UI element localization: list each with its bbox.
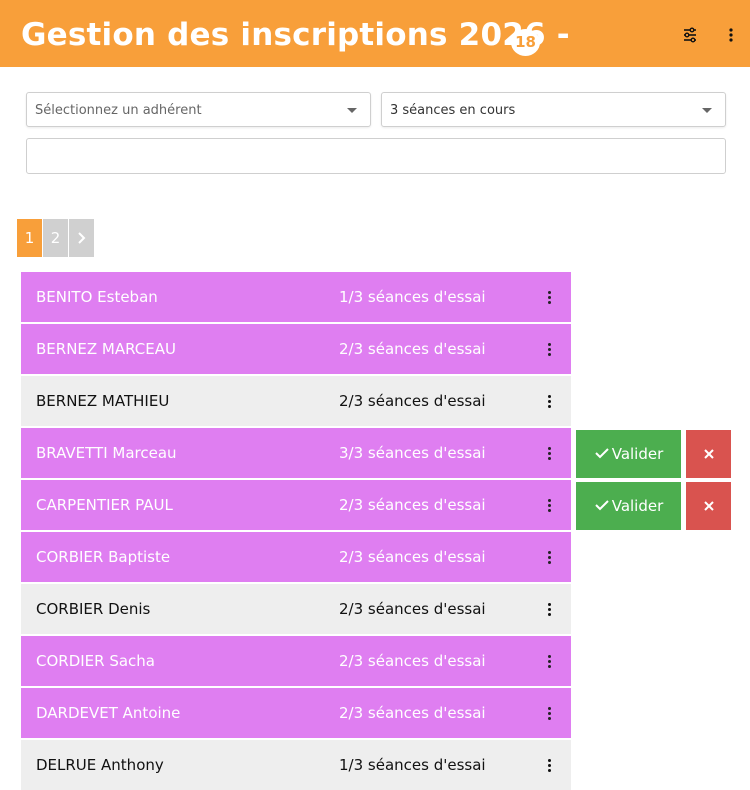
page-title: Gestion des inscriptions 2026 - [21,17,570,53]
row-menu-icon[interactable] [544,759,554,773]
trial-status: 1/3 séances d'essai [339,288,486,306]
session-status-value: 3 séances en cours [390,103,516,118]
page-2-button[interactable]: 2 [43,219,68,257]
app-header: Gestion des inscriptions 2026 - 18 [0,0,750,67]
member-name: CORDIER Sacha [36,652,156,670]
row-menu-icon[interactable] [544,343,554,357]
close-icon [703,449,714,459]
close-icon [703,501,714,511]
member-name: BRAVETTI Marceau [36,444,177,462]
reject-button[interactable] [686,482,731,530]
validate-label: Valider [611,497,664,515]
row-menu-icon[interactable] [544,395,554,409]
member-name: CORBIER Baptiste [36,548,171,566]
reject-button[interactable] [686,430,731,478]
list-item[interactable]: BERNEZ MATHIEU 2/3 séances d'essai [21,376,571,426]
member-name: CORBIER Denis [36,600,151,618]
trial-status: 2/3 séances d'essai [339,652,486,670]
list-item[interactable]: CORDIER Sacha 2/3 séances d'essai [21,636,571,686]
member-name: BERNEZ MARCEAU [36,340,177,358]
row-menu-icon[interactable] [544,707,554,721]
member-name: DELRUE Anthony [36,756,164,774]
search-input[interactable] [26,138,726,174]
row-menu-icon[interactable] [544,499,554,513]
list-item[interactable]: CORBIER Baptiste 2/3 séances d'essai [21,532,571,582]
member-name: BENITO Esteban [36,288,158,306]
row-menu-icon[interactable] [544,291,554,305]
row-menu-icon[interactable] [544,603,554,617]
member-name: BERNEZ MATHIEU [36,392,170,410]
list-item[interactable]: BERNEZ MARCEAU 2/3 séances d'essai [21,324,571,374]
validate-label: Valider [611,445,664,463]
row-menu-icon[interactable] [544,447,554,461]
page-1-button[interactable]: 1 [17,219,42,257]
dropdown-caret-icon [702,108,712,113]
row-menu-icon[interactable] [544,551,554,565]
check-icon [595,448,609,459]
more-options-button[interactable] [716,20,746,50]
list-item[interactable]: DARDEVET Antoine 2/3 séances d'essai [21,688,571,738]
list-item[interactable]: BRAVETTI Marceau 3/3 séances d'essai [21,428,571,478]
trial-status: 2/3 séances d'essai [339,496,486,514]
member-name: DARDEVET Antoine [36,704,181,722]
trial-status: 2/3 séances d'essai [339,600,486,618]
member-select[interactable]: Sélectionnez un adhérent [26,92,371,127]
list-item[interactable]: BENITO Esteban 1/3 séances d'essai [21,272,571,322]
list-item[interactable]: CARPENTIER PAUL 2/3 séances d'essai [21,480,571,530]
dropdown-caret-icon [347,108,357,113]
vertical-ellipsis-icon [729,28,733,42]
trial-status: 2/3 séances d'essai [339,548,486,566]
member-select-placeholder: Sélectionnez un adhérent [35,103,202,118]
trial-status: 2/3 séances d'essai [339,704,486,722]
chevron-right-icon [78,232,86,244]
session-status-select[interactable]: 3 séances en cours [381,92,726,127]
check-icon [595,500,609,511]
trial-status: 1/3 séances d'essai [339,756,486,774]
validate-button[interactable]: Valider [576,482,681,530]
trial-status: 2/3 séances d'essai [339,392,486,410]
trial-status: 2/3 séances d'essai [339,340,486,358]
trial-status: 3/3 séances d'essai [339,444,486,462]
filter-settings-button[interactable] [675,20,705,50]
list-item[interactable]: DELRUE Anthony 1/3 séances d'essai [21,740,571,790]
validate-button[interactable]: Valider [576,430,681,478]
list-item[interactable]: CORBIER Denis 2/3 séances d'essai [21,584,571,634]
member-name: CARPENTIER PAUL [36,496,173,514]
next-page-button[interactable] [69,219,94,257]
sliders-icon [684,27,696,43]
registration-count-badge: 18 [511,29,540,56]
row-menu-icon[interactable] [544,655,554,669]
